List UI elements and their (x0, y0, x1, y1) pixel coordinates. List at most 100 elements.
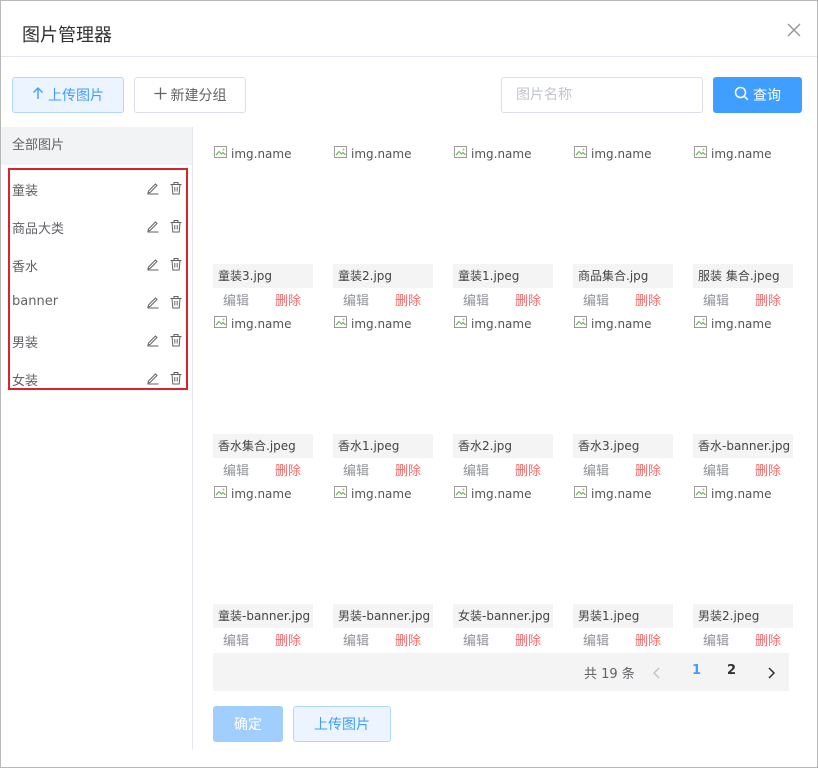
image-placeholder (693, 504, 793, 604)
image-edit-link[interactable]: 编辑 (223, 460, 249, 479)
group-label: 男装 (12, 336, 39, 351)
sidebar-item-group[interactable]: 童装 (10, 170, 186, 208)
image-delete-link[interactable]: 删除 (755, 290, 781, 309)
image-edit-link[interactable]: 编辑 (703, 290, 729, 309)
image-card[interactable]: img.name 香水2.jpg 编辑 删除 (453, 314, 553, 484)
image-edit-link[interactable]: 编辑 (463, 630, 489, 649)
image-delete-link[interactable]: 删除 (635, 630, 661, 649)
image-thumbnail[interactable]: img.name (693, 484, 772, 503)
image-card[interactable]: img.name 童装2.jpg 编辑 删除 (333, 144, 433, 314)
new-group-button[interactable]: 新建分组 (134, 77, 246, 113)
sidebar-item-group[interactable]: 女装 (10, 360, 186, 398)
image-edit-link[interactable]: 编辑 (343, 630, 369, 649)
chevron-left-icon[interactable] (651, 665, 663, 679)
sidebar-item-all-images[interactable]: 全部图片 (1, 127, 192, 165)
edit-icon[interactable] (146, 257, 160, 271)
trash-icon[interactable] (169, 219, 183, 233)
image-edit-link[interactable]: 编辑 (463, 460, 489, 479)
sidebar-item-group[interactable]: 男装 (10, 322, 186, 360)
image-card[interactable]: img.name 女装-banner.jpg 编辑 删除 (453, 484, 553, 654)
image-thumbnail[interactable]: img.name (573, 484, 652, 503)
image-thumbnail[interactable]: img.name (453, 144, 532, 163)
image-edit-link[interactable]: 编辑 (703, 630, 729, 649)
query-button[interactable]: 查询 (713, 77, 802, 113)
image-thumbnail[interactable]: img.name (573, 314, 652, 333)
image-card[interactable]: img.name 男装2.jpeg 编辑 删除 (693, 484, 793, 654)
edit-icon[interactable] (146, 371, 160, 385)
image-delete-link[interactable]: 删除 (395, 460, 421, 479)
edit-icon[interactable] (146, 219, 160, 233)
image-delete-link[interactable]: 删除 (275, 630, 301, 649)
upload-image-button[interactable]: 上传图片 (12, 77, 124, 113)
image-card[interactable]: img.name 童装-banner.jpg 编辑 删除 (213, 484, 313, 654)
image-delete-link[interactable]: 删除 (635, 290, 661, 309)
image-thumbnail[interactable]: img.name (333, 144, 412, 163)
edit-icon[interactable] (146, 333, 160, 347)
image-delete-link[interactable]: 删除 (755, 460, 781, 479)
image-edit-link[interactable]: 编辑 (223, 290, 249, 309)
trash-icon[interactable] (169, 257, 183, 271)
image-delete-link[interactable]: 删除 (275, 290, 301, 309)
image-alt-text: img.name (471, 486, 532, 501)
image-card[interactable]: img.name 男装1.jpeg 编辑 删除 (573, 484, 673, 654)
image-thumbnail[interactable]: img.name (213, 484, 292, 503)
image-card[interactable]: img.name 香水1.jpeg 编辑 删除 (333, 314, 433, 484)
page-number-1[interactable]: 1 (692, 663, 701, 678)
image-edit-link[interactable]: 编辑 (343, 460, 369, 479)
image-edit-link[interactable]: 编辑 (463, 290, 489, 309)
image-name: 男装2.jpeg (693, 604, 793, 628)
upload-image-label: 上传图片 (48, 88, 104, 104)
image-delete-link[interactable]: 删除 (515, 290, 541, 309)
image-delete-link[interactable]: 删除 (755, 630, 781, 649)
image-card[interactable]: img.name 服装 集合.jpeg 编辑 删除 (693, 144, 793, 314)
edit-icon[interactable] (146, 295, 160, 309)
image-card[interactable]: img.name 童装3.jpg 编辑 删除 (213, 144, 313, 314)
trash-icon[interactable] (169, 371, 183, 385)
sidebar-item-group[interactable]: 香水 (10, 246, 186, 284)
image-edit-link[interactable]: 编辑 (583, 290, 609, 309)
trash-icon[interactable] (169, 295, 183, 309)
image-thumbnail[interactable]: img.name (693, 144, 772, 163)
footer-upload-button[interactable]: 上传图片 (293, 706, 391, 742)
image-card[interactable]: img.name 童装1.jpeg 编辑 删除 (453, 144, 553, 314)
image-edit-link[interactable]: 编辑 (583, 630, 609, 649)
image-card[interactable]: img.name 香水-banner.jpg 编辑 删除 (693, 314, 793, 484)
edit-icon[interactable] (146, 181, 160, 195)
confirm-button[interactable]: 确定 (213, 706, 283, 742)
image-name-search-input[interactable] (501, 77, 703, 113)
image-card[interactable]: img.name 商品集合.jpg 编辑 删除 (573, 144, 673, 314)
image-edit-link[interactable]: 编辑 (343, 290, 369, 309)
image-card[interactable]: img.name 香水3.jpeg 编辑 删除 (573, 314, 673, 484)
image-delete-link[interactable]: 删除 (395, 630, 421, 649)
image-thumbnail[interactable]: img.name (453, 484, 532, 503)
image-card[interactable]: img.name 男装-banner.jpg 编辑 删除 (333, 484, 433, 654)
image-edit-link[interactable]: 编辑 (223, 630, 249, 649)
image-delete-link[interactable]: 删除 (515, 630, 541, 649)
image-thumbnail[interactable]: img.name (453, 314, 532, 333)
image-thumbnail[interactable]: img.name (573, 144, 652, 163)
group-label: 童装 (12, 184, 39, 199)
image-delete-link[interactable]: 删除 (395, 290, 421, 309)
image-edit-link[interactable]: 编辑 (703, 460, 729, 479)
image-thumbnail[interactable]: img.name (213, 144, 292, 163)
image-delete-link[interactable]: 删除 (515, 460, 541, 479)
group-label: 商品大类 (12, 222, 65, 237)
image-thumbnail[interactable]: img.name (213, 314, 292, 333)
image-delete-link[interactable]: 删除 (275, 460, 301, 479)
image-name: 女装-banner.jpg (453, 604, 553, 628)
search-icon (734, 86, 749, 105)
image-name: 童装2.jpg (333, 264, 433, 288)
trash-icon[interactable] (169, 181, 183, 195)
sidebar-item-group[interactable]: 商品大类 (10, 208, 186, 246)
image-thumbnail[interactable]: img.name (693, 314, 772, 333)
trash-icon[interactable] (169, 333, 183, 347)
image-edit-link[interactable]: 编辑 (583, 460, 609, 479)
image-thumbnail[interactable]: img.name (333, 484, 412, 503)
sidebar-item-group[interactable]: banner (10, 284, 186, 322)
close-icon[interactable] (785, 21, 803, 39)
image-thumbnail[interactable]: img.name (333, 314, 412, 333)
page-number-2[interactable]: 2 (727, 663, 736, 678)
image-card[interactable]: img.name 香水集合.jpeg 编辑 删除 (213, 314, 313, 484)
chevron-right-icon[interactable] (765, 665, 777, 679)
image-delete-link[interactable]: 删除 (635, 460, 661, 479)
